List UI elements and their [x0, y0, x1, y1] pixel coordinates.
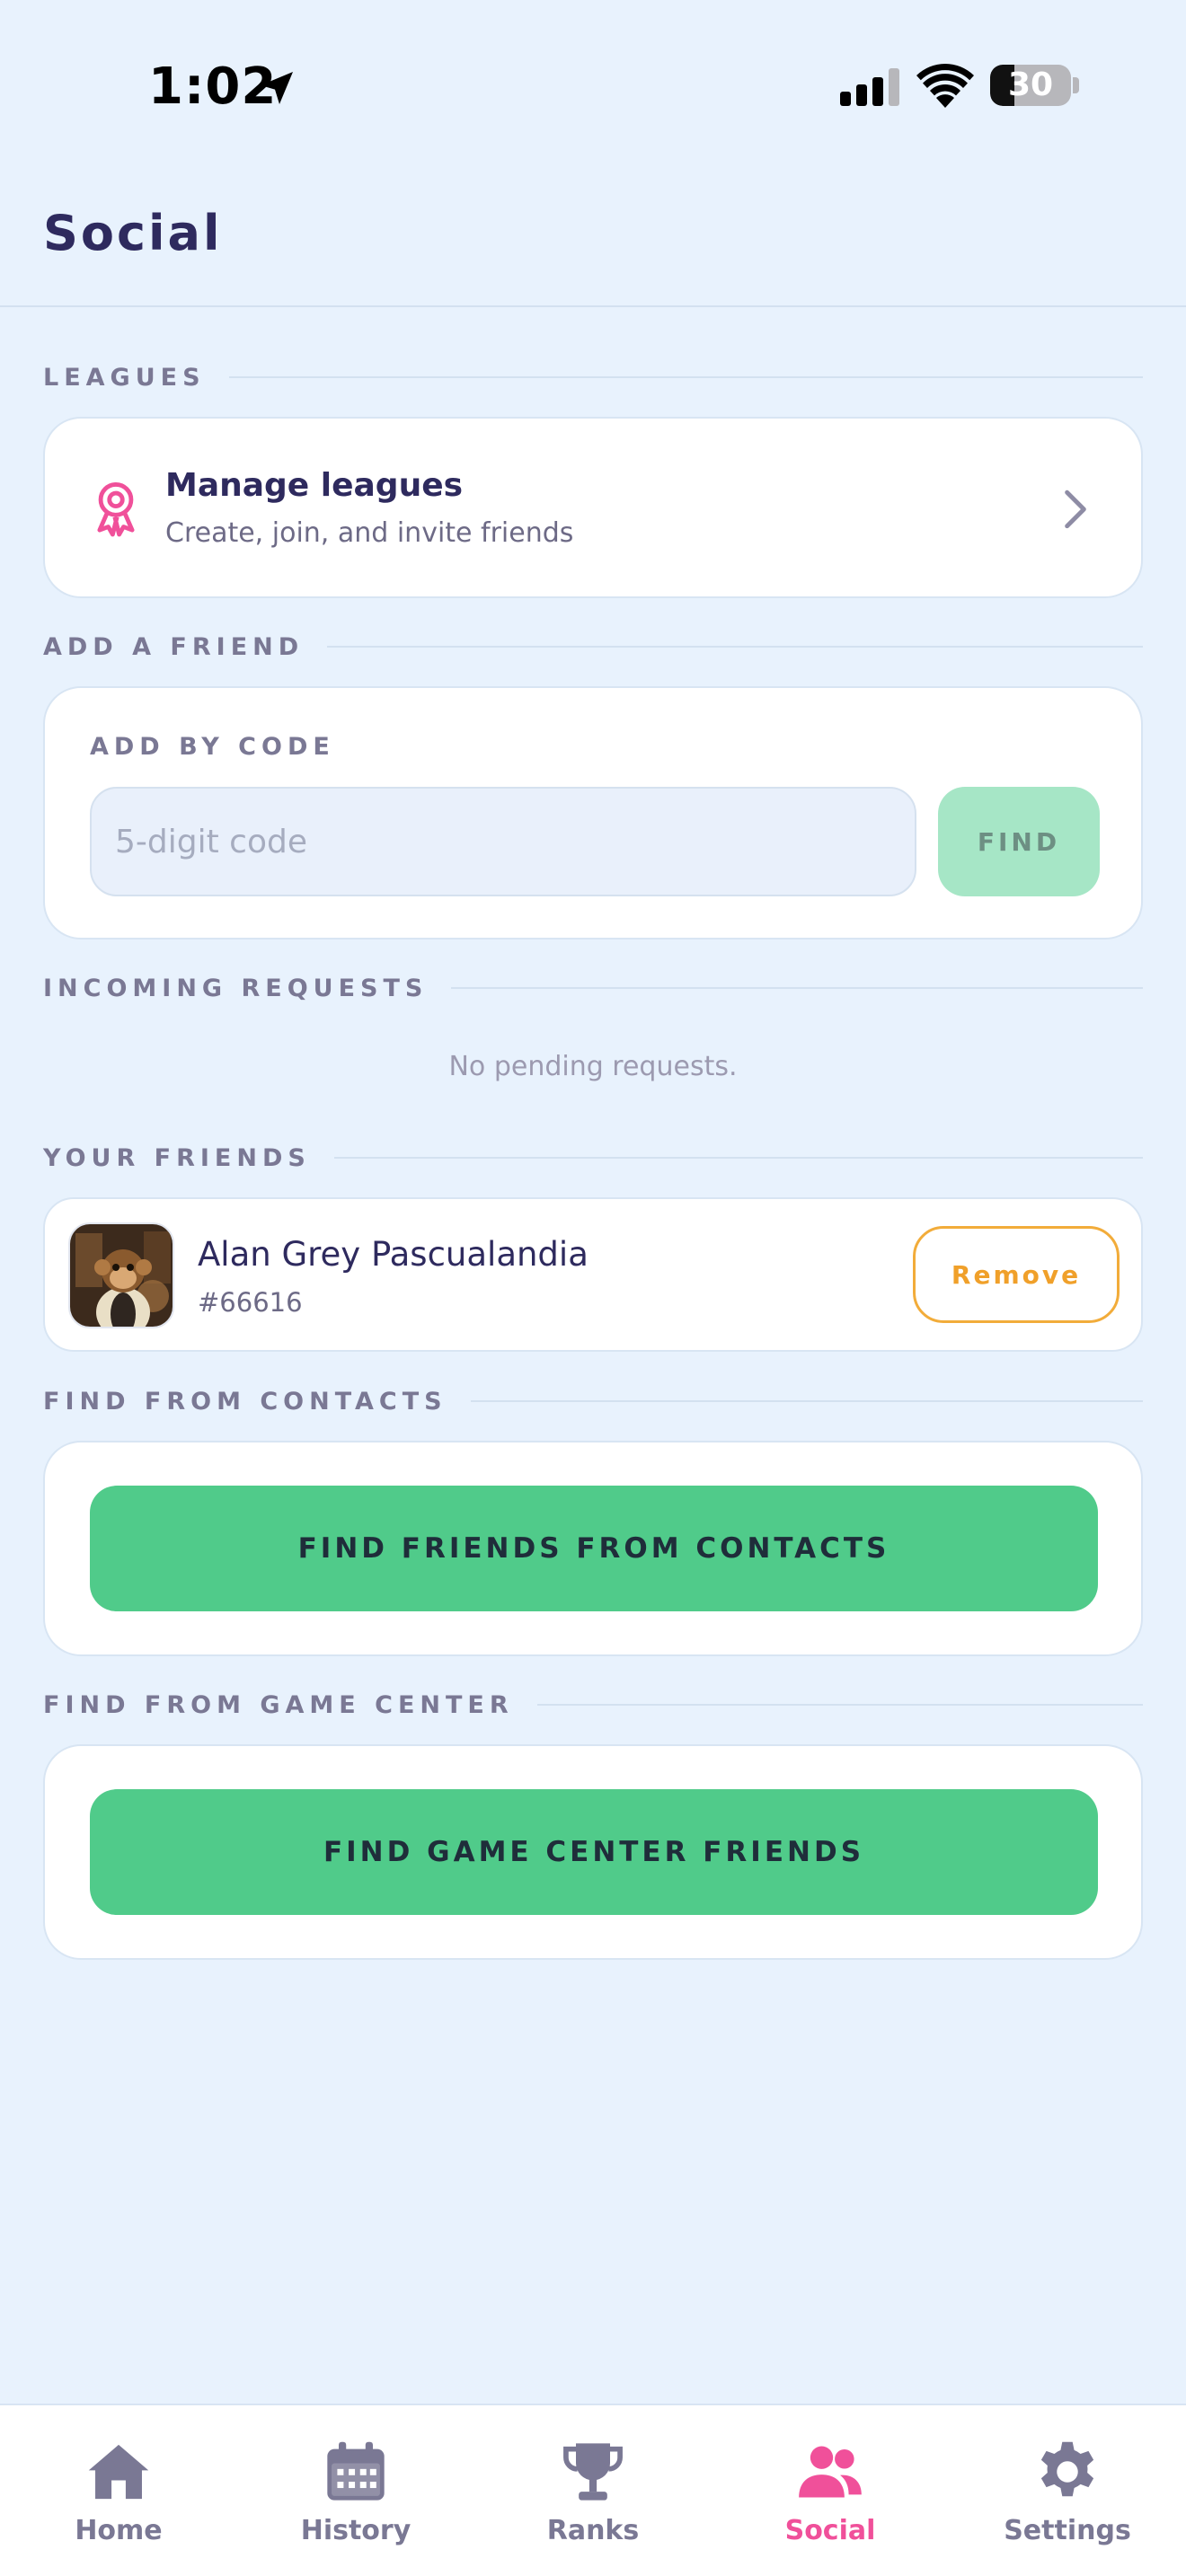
- friend-code-input[interactable]: [90, 787, 916, 896]
- add-friend-card: ADD BY CODE FIND: [43, 686, 1143, 940]
- tab-social[interactable]: Social: [712, 2405, 949, 2576]
- divider: [451, 987, 1143, 989]
- divider: [327, 646, 1143, 648]
- game-center-card: FIND GAME CENTER FRIENDS: [43, 1744, 1143, 1960]
- avatar: [68, 1222, 174, 1328]
- friend-row: Alan Grey Pascualandia #66616 Remove: [43, 1197, 1143, 1352]
- section-header-contacts: FIND FROM CONTACTS: [43, 1387, 1143, 1416]
- page-title: Social: [43, 205, 223, 261]
- battery-cap: [1073, 77, 1079, 93]
- manage-leagues-card[interactable]: Manage leagues Create, join, and invite …: [43, 417, 1143, 598]
- tab-bar: Home History Ranks Social Settings: [0, 2404, 1186, 2576]
- divider: [536, 1704, 1143, 1706]
- chevron-right-icon: [1065, 490, 1086, 529]
- section-label: YOUR FRIENDS: [43, 1143, 311, 1172]
- avatar-image: [70, 1224, 173, 1327]
- section-label: FIND FROM GAME CENTER: [43, 1690, 514, 1719]
- section-header-leagues: LEAGUES: [43, 363, 1143, 392]
- section-label: LEAGUES: [43, 363, 206, 392]
- section-label: ADD A FRIEND: [43, 632, 305, 661]
- home-icon: [88, 2444, 149, 2500]
- divider: [333, 1157, 1143, 1159]
- tab-label: History: [300, 2515, 412, 2546]
- divider: [470, 1400, 1143, 1402]
- section-header-incoming: INCOMING REQUESTS: [43, 974, 1143, 1002]
- friend-name: Alan Grey Pascualandia: [198, 1235, 589, 1274]
- manage-leagues-subtitle: Create, join, and invite friends: [165, 517, 574, 549]
- calendar-icon: [327, 2441, 385, 2501]
- section-header-friends: YOUR FRIENDS: [43, 1143, 1143, 1172]
- tab-label: Ranks: [546, 2515, 640, 2546]
- manage-leagues-title: Manage leagues: [165, 467, 464, 504]
- section-header-game-center: FIND FROM GAME CENTER: [43, 1690, 1143, 1719]
- find-friends-from-contacts-button[interactable]: FIND FRIENDS FROM CONTACTS: [90, 1486, 1098, 1611]
- tab-ranks[interactable]: Ranks: [474, 2405, 712, 2576]
- add-by-code-label: ADD BY CODE: [90, 733, 335, 761]
- wifi-icon: [916, 64, 974, 108]
- friend-code: #66616: [198, 1287, 303, 1318]
- tab-label: Home: [75, 2515, 163, 2546]
- header-divider: [0, 305, 1186, 307]
- tab-label: Settings: [1004, 2515, 1131, 2546]
- find-game-center-friends-button[interactable]: FIND GAME CENTER FRIENDS: [90, 1789, 1098, 1915]
- trophy-icon: [563, 2443, 623, 2501]
- location-arrow-icon: [261, 72, 293, 104]
- status-bar: 1:02 30: [0, 0, 1186, 171]
- tab-settings[interactable]: Settings: [949, 2405, 1186, 2576]
- tab-history[interactable]: History: [237, 2405, 474, 2576]
- section-label: FIND FROM CONTACTS: [43, 1387, 447, 1416]
- find-button[interactable]: FIND: [938, 787, 1100, 896]
- gear-icon: [1040, 2441, 1094, 2497]
- contacts-card: FIND FRIENDS FROM CONTACTS: [43, 1441, 1143, 1656]
- ribbon-award-icon: [97, 482, 135, 537]
- section-header-add-friend: ADD A FRIEND: [43, 632, 1143, 661]
- cellular-signal-icon: [840, 68, 899, 106]
- divider: [228, 376, 1143, 378]
- people-icon: [799, 2446, 862, 2498]
- battery-icon: 30: [990, 65, 1071, 106]
- no-pending-requests-text: No pending requests.: [448, 1051, 738, 1082]
- tab-home[interactable]: Home: [0, 2405, 237, 2576]
- section-label: INCOMING REQUESTS: [43, 974, 429, 1002]
- remove-friend-button[interactable]: Remove: [913, 1226, 1120, 1323]
- tab-label: Social: [784, 2515, 876, 2546]
- battery-percentage: 30: [1007, 66, 1054, 103]
